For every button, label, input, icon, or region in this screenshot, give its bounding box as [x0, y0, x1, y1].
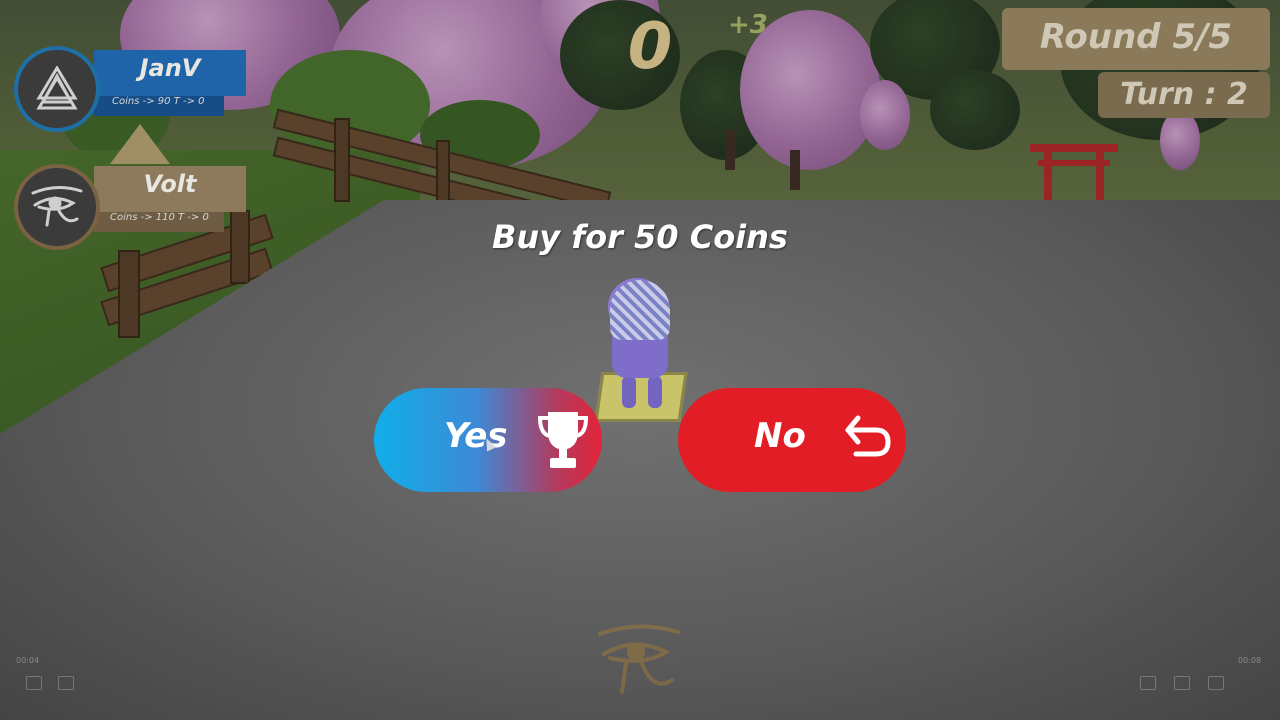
- yes-button-label: Yes: [444, 416, 508, 456]
- board-tile: [594, 372, 688, 422]
- settings-icon[interactable]: [1140, 676, 1156, 690]
- turn-text: Turn : 2: [1120, 77, 1248, 112]
- player-avatar: [14, 46, 100, 132]
- eye-of-horus-watermark-icon: [594, 622, 684, 706]
- video-time-elapsed: 00:04: [16, 656, 40, 665]
- character-leg: [648, 376, 662, 408]
- no-button[interactable]: No: [678, 388, 906, 492]
- return-arrow-icon: [842, 412, 894, 468]
- fullscreen-icon[interactable]: [1208, 676, 1224, 690]
- character-hood: [610, 280, 670, 340]
- character-leg: [622, 376, 636, 408]
- volume-icon[interactable]: [26, 676, 42, 690]
- dice-result: 0: [627, 10, 673, 84]
- turn-indicator: Turn : 2: [1098, 72, 1270, 118]
- player-avatar: [14, 164, 100, 250]
- caption-icon[interactable]: [58, 676, 74, 690]
- no-button-label: No: [754, 416, 806, 456]
- player-stats: Coins -> 110 T -> 0: [110, 212, 209, 223]
- trophy-icon: [536, 410, 590, 474]
- dice-bonus: +3: [728, 10, 768, 40]
- eye-of-horus-icon: [31, 186, 83, 227]
- video-time-total: 00:08: [1238, 656, 1262, 665]
- player-stats: Coins -> 90 T -> 0: [112, 96, 205, 107]
- round-text: Round 5/5: [1039, 17, 1233, 57]
- round-indicator: Round 5/5: [1002, 8, 1270, 70]
- valknut-icon: [36, 66, 78, 110]
- pip-icon[interactable]: [1174, 676, 1190, 690]
- purchase-prompt: Buy for 50 Coins: [492, 218, 788, 256]
